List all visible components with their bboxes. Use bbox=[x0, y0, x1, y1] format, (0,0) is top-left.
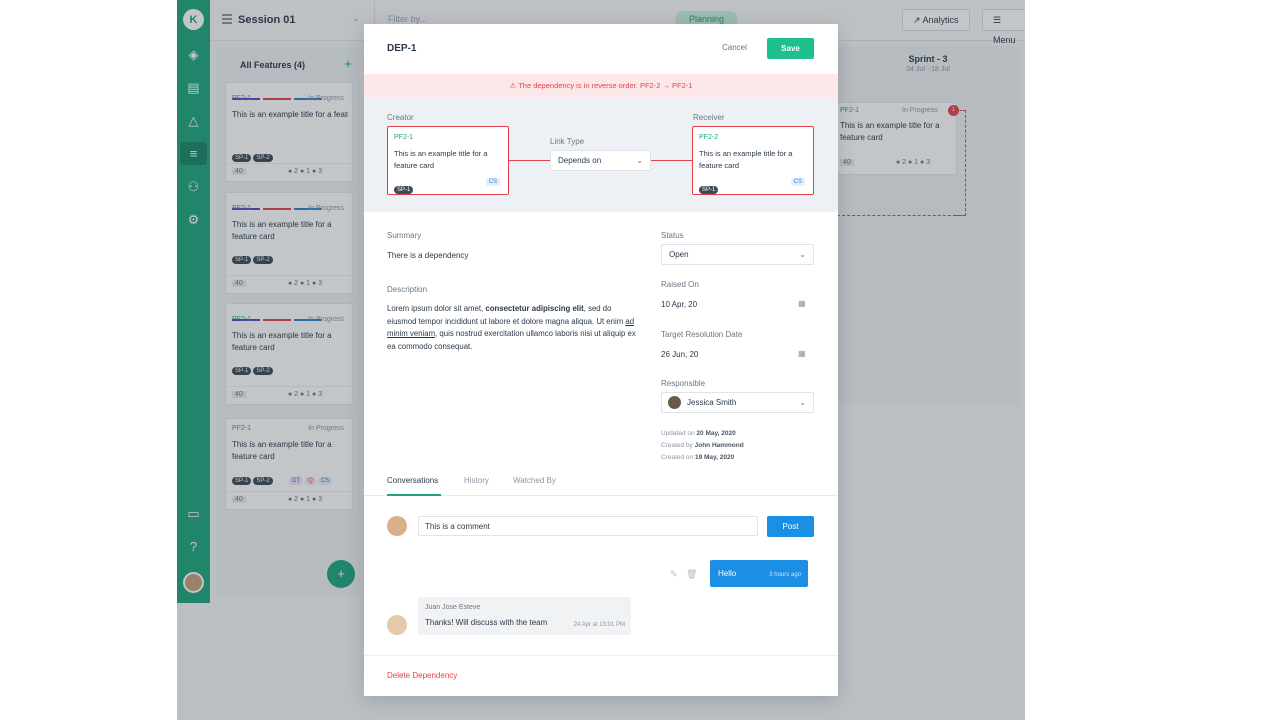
card-title: This is an example title for a feature c… bbox=[394, 149, 488, 170]
raised-on-label: Raised On bbox=[661, 280, 699, 289]
tab-watched-by[interactable]: Watched By bbox=[513, 476, 556, 485]
created-on-meta: Created on 19 May, 2020 bbox=[661, 454, 734, 461]
target-date-label: Target Resolution Date bbox=[661, 330, 743, 339]
message-time: 24 Apr at 13:01 PM bbox=[573, 622, 625, 628]
updated-meta: Updated on 20 May, 2020 bbox=[661, 430, 736, 437]
responsible-select[interactable]: Jessica Smith ⌄ bbox=[661, 392, 814, 413]
post-button[interactable]: Post bbox=[767, 516, 814, 537]
meta-prefix: Updated on bbox=[661, 430, 697, 437]
divider bbox=[364, 655, 838, 656]
status-select[interactable]: Open ⌄ bbox=[661, 244, 814, 265]
alert-text: The dependency is in reverse order. PF2-… bbox=[518, 81, 693, 90]
card-id: PF2-2 bbox=[699, 134, 719, 141]
active-tab-indicator bbox=[387, 494, 441, 496]
meta-value: 19 May, 2020 bbox=[694, 454, 735, 461]
description-label: Description bbox=[387, 285, 428, 294]
calendar-icon[interactable]: ▦ bbox=[798, 349, 806, 358]
calendar-icon[interactable]: ▦ bbox=[798, 299, 806, 308]
other-message-bubble: Juan Jose Esteve Thanks! Will discuss wi… bbox=[418, 597, 631, 635]
creator-card[interactable]: PF2-1 This is an example title for a fea… bbox=[387, 126, 509, 195]
responsible-value: Jessica Smith bbox=[687, 398, 737, 407]
tab-history[interactable]: History bbox=[464, 476, 489, 485]
my-message-bubble: Hello 3 hours ago bbox=[710, 560, 808, 587]
link-type-value: Depends on bbox=[558, 156, 602, 165]
status-label: Status bbox=[661, 231, 684, 240]
receiver-label: Receiver bbox=[693, 113, 725, 122]
chevron-down-icon: ⌄ bbox=[636, 156, 643, 165]
description-text[interactable]: Lorem ipsum dolor sit amet, consectetur … bbox=[387, 303, 639, 353]
modal-title: DEP-1 bbox=[387, 43, 417, 54]
chevron-down-icon: ⌄ bbox=[799, 398, 806, 407]
cs-tag: CS bbox=[790, 178, 805, 186]
reverse-order-alert: ⚠ The dependency is in reverse order. PF… bbox=[364, 74, 838, 97]
trash-icon[interactable]: 🗑 bbox=[686, 569, 697, 580]
card-title: This is an example title for a feature c… bbox=[699, 149, 793, 170]
message-text: Thanks! Will discuss with the team bbox=[425, 618, 548, 627]
cancel-button[interactable]: Cancel bbox=[722, 43, 747, 52]
meta-value: 20 May, 2020 bbox=[696, 430, 736, 437]
message-text: Hello bbox=[718, 569, 737, 578]
edit-icon[interactable]: ✎ bbox=[670, 569, 678, 580]
raised-on-value[interactable]: 10 Apr, 20 bbox=[661, 300, 697, 309]
save-button[interactable]: Save bbox=[767, 38, 814, 59]
status-value: Open bbox=[669, 250, 689, 259]
responsible-label: Responsible bbox=[661, 379, 706, 388]
connector-line bbox=[651, 160, 693, 161]
avatar bbox=[387, 615, 407, 635]
summary-label: Summary bbox=[387, 231, 422, 240]
cs-tag: CS bbox=[485, 178, 500, 186]
message-time: 3 hours ago bbox=[769, 572, 801, 578]
tag: SP-1 bbox=[394, 186, 414, 194]
receiver-card[interactable]: PF2-2 This is an example title for a fea… bbox=[692, 126, 814, 195]
description-bold: consectetur adipiscing elit bbox=[485, 304, 584, 313]
description-part: Lorem ipsum dolor sit amet, bbox=[387, 304, 486, 313]
delete-dependency-link[interactable]: Delete Dependency bbox=[387, 671, 457, 680]
created-by-meta: Created by John Hammond bbox=[661, 442, 744, 449]
creator-label: Creator bbox=[387, 113, 414, 122]
target-date-value[interactable]: 26 Jun, 20 bbox=[661, 350, 698, 359]
card-tags: SP-1 bbox=[699, 178, 720, 196]
chevron-down-icon: ⌄ bbox=[799, 250, 806, 259]
warning-icon: ⚠ bbox=[509, 81, 519, 90]
tab-bar: Conversations History Watched By bbox=[364, 472, 838, 496]
meta-prefix: Created by bbox=[661, 442, 695, 449]
meta-prefix: Created on bbox=[661, 454, 695, 461]
dependency-modal: DEP-1 Cancel Save ⚠ The dependency is in… bbox=[364, 24, 838, 696]
link-type-label: Link Type bbox=[550, 137, 585, 146]
link-area: Creator Receiver Link Type PF2-1 This is… bbox=[364, 97, 838, 212]
avatar bbox=[668, 396, 681, 409]
link-type-select[interactable]: Depends on ⌄ bbox=[550, 150, 651, 171]
card-tags: SP-1 bbox=[394, 178, 415, 196]
message-author: Juan Jose Esteve bbox=[425, 604, 481, 611]
avatar bbox=[387, 516, 407, 536]
meta-value: John Hammond bbox=[694, 442, 744, 449]
connector-line bbox=[509, 160, 550, 161]
card-id: PF2-1 bbox=[394, 134, 414, 141]
summary-value[interactable]: There is a dependency bbox=[387, 251, 468, 260]
tab-conversations[interactable]: Conversations bbox=[387, 476, 438, 485]
comment-input[interactable] bbox=[418, 516, 758, 536]
tag: SP-1 bbox=[699, 186, 719, 194]
